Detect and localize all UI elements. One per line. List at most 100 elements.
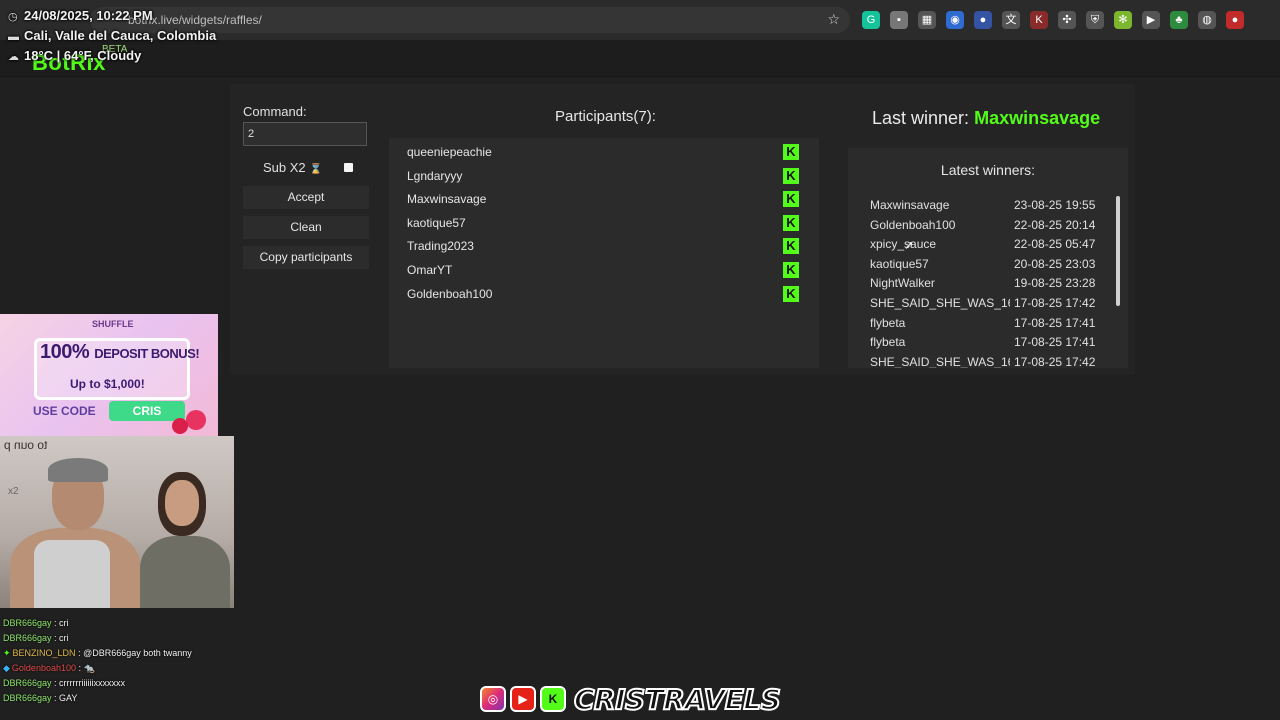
ad-headline: 100% DEPOSIT BONUS! — [40, 341, 200, 364]
chat-username[interactable]: DBR666gay — [3, 693, 52, 703]
chat-username[interactable]: BENZINO_LDN — [13, 648, 76, 658]
winners-scrollbar[interactable] — [1116, 196, 1120, 306]
participant-row: kaotique57 K — [407, 213, 807, 233]
ext-k-icon[interactable]: K — [1030, 11, 1048, 29]
ext-play-icon[interactable]: ▶ — [1142, 11, 1160, 29]
last-winner-name: Maxwinsavage — [974, 108, 1101, 128]
last-winner-heading: Last winner: Maxwinsavage — [872, 108, 1100, 129]
clock-icon: ◷ — [8, 11, 18, 23]
participant-row: Lgndaryyy K — [407, 166, 807, 186]
winner-row: SHE_SAID_SHE_WAS_16 17-08-25 17:42 — [870, 294, 1110, 313]
winner-row: Goldenboah100 22-08-25 20:14 — [870, 216, 1110, 235]
youtube-icon: ▶ — [510, 686, 536, 712]
overlay-datetime: 24/08/2025, 10:22 PM — [24, 8, 153, 23]
kick-platform-icon: K — [783, 167, 799, 184]
webcam-feed: to oun p x2 — [0, 436, 234, 608]
winner-row: NightWalker 19-08-25 23:28 — [870, 274, 1110, 293]
instagram-icon: ◎ — [480, 686, 506, 712]
winner-name: SHE_SAID_SHE_WAS_16 — [870, 354, 1015, 368]
chat-username[interactable]: Goldenboah100 — [12, 663, 76, 673]
ext-leaf-icon[interactable]: ♣ — [1170, 11, 1188, 29]
winner-row: kaotique57 20-08-25 23:03 — [870, 255, 1110, 274]
command-input[interactable] — [243, 122, 367, 146]
ad-use-code: USE CODE — [33, 404, 96, 418]
chat-username[interactable]: DBR666gay — [3, 618, 52, 628]
chat-text: : cri — [51, 618, 69, 628]
accept-button[interactable]: Accept — [243, 186, 369, 209]
shield-icon[interactable]: ⛨ — [1086, 11, 1104, 29]
winner-row: Maxwinsavage 23-08-25 19:55 — [870, 196, 1110, 215]
winner-name: flybeta — [870, 315, 906, 330]
ext-grid-icon[interactable]: ▦ — [918, 11, 936, 29]
ext-green-icon[interactable]: ✻ — [1114, 11, 1132, 29]
winner-name: xpicy_sauce — [870, 237, 937, 252]
command-label: Command: — [243, 104, 307, 119]
shuffle-ad-banner[interactable]: SHUFFLE 100% DEPOSIT BONUS! Up to $1,000… — [0, 314, 218, 436]
raffle-widget: Command: Sub X2⌛ Accept Clean Copy parti… — [230, 84, 1135, 374]
chat-message: DBR666gay : cri — [3, 616, 243, 631]
participant-row: Trading2023 K — [407, 236, 807, 256]
winner-name: kaotique57 — [870, 256, 929, 271]
cherry-icon — [186, 410, 206, 430]
winner-name: NightWalker — [870, 276, 935, 291]
translate-icon[interactable]: 文 — [1002, 11, 1020, 29]
person-right-face — [165, 480, 199, 526]
chat-text: : @DBR666gay both twanny — [75, 648, 192, 658]
chat-username[interactable]: DBR666gay — [3, 633, 52, 643]
globe-icon[interactable]: ◍ — [1198, 11, 1216, 29]
kick-platform-icon: K — [783, 238, 799, 255]
winner-date: 17-08-25 17:41 — [1010, 335, 1096, 350]
bookmark-star-icon[interactable]: ☆ — [827, 11, 840, 28]
clean-button[interactable]: Clean — [243, 216, 369, 239]
chat-username[interactable]: DBR666gay — [3, 678, 52, 688]
ext-red-icon[interactable]: ● — [1226, 11, 1244, 29]
stream-info-overlay: ◷ 24/08/2025, 10:22 PM ▬ Cali, Valle del C… — [8, 6, 216, 66]
copy-participants-button[interactable]: Copy participants — [243, 246, 369, 269]
person-left-shirt — [34, 540, 110, 608]
sub-x2-row: Sub X2 ⌛ — [263, 160, 322, 175]
overlay-weather: 18°C | 64°F, Cloudy — [24, 48, 142, 63]
kick-platform-icon: K — [783, 214, 799, 231]
person-left-cap — [48, 458, 108, 482]
participant-name: Trading2023 — [407, 239, 474, 254]
ext-ch-icon[interactable]: ◉ — [946, 11, 964, 29]
chat-overlay: DBR666gay : cri DBR666gay : cri ✦ BENZINO_L… — [3, 616, 243, 706]
participant-name: kaotique57 — [407, 215, 466, 230]
ext-square-icon[interactable]: ▪ — [890, 11, 908, 29]
participants-list: queeniepeachie K Lgndaryyy K Maxwinsavage K ka… — [389, 138, 819, 368]
kick-platform-icon: K — [783, 285, 799, 302]
participant-name: Goldenboah100 — [407, 286, 493, 301]
grammarly-icon[interactable]: G — [862, 11, 880, 29]
flag-icon: ▬ — [8, 31, 19, 43]
cloud-icon: ☁ — [8, 51, 19, 63]
overlay-location: Cali, Valle del Cauca, Colombia — [24, 28, 217, 43]
winner-name: Goldenboah100 — [870, 217, 956, 232]
winner-date: 23-08-25 19:55 — [1010, 198, 1096, 212]
person-right-body — [140, 536, 230, 608]
cam-x2-badge: x2 — [8, 486, 19, 497]
chat-text: : cri — [51, 633, 69, 643]
winner-name: Maxwinsavage — [870, 198, 950, 212]
kick-logo-icon: K — [540, 686, 566, 712]
winner-date: 17-08-25 17:42 — [1010, 354, 1096, 368]
chat-text: : GAY — [51, 693, 78, 703]
ext-circle-icon[interactable]: ● — [974, 11, 992, 29]
socials-bar: ◎ ▶ K CRISTRAVELS — [480, 682, 782, 717]
latest-winners-title: Latest winners: — [940, 162, 1036, 178]
kick-platform-icon: K — [783, 191, 799, 208]
participant-row: queeniepeachie K — [407, 142, 807, 162]
ext-puzzle-icon[interactable]: ✣ — [1058, 11, 1076, 29]
winner-date: 17-08-25 17:41 — [1010, 315, 1096, 330]
sub-x2-checkbox[interactable] — [344, 163, 353, 172]
participant-row: Maxwinsavage K — [407, 189, 807, 209]
chat-text: : 🐀 — [75, 663, 95, 673]
ad-brand: SHUFFLE — [92, 319, 134, 329]
latest-winners-panel[interactable]: Latest winners: ➚ Maxwinsavage 23-08-25 1… — [848, 148, 1128, 368]
socials-handle: CRISTRAVELS — [573, 682, 782, 717]
kick-platform-icon: K — [783, 144, 799, 160]
chat-message: ◆ Goldenboah100 : 🐀 — [3, 661, 243, 676]
chat-message: DBR666gay : GAY — [3, 691, 243, 706]
winner-date: 22-08-25 05:47 — [1010, 237, 1096, 252]
winner-row: flybeta 17-08-25 17:41 — [870, 333, 1110, 352]
chat-message: DBR666gay : crrrrrriiiiiixxxxxxx — [3, 676, 243, 691]
